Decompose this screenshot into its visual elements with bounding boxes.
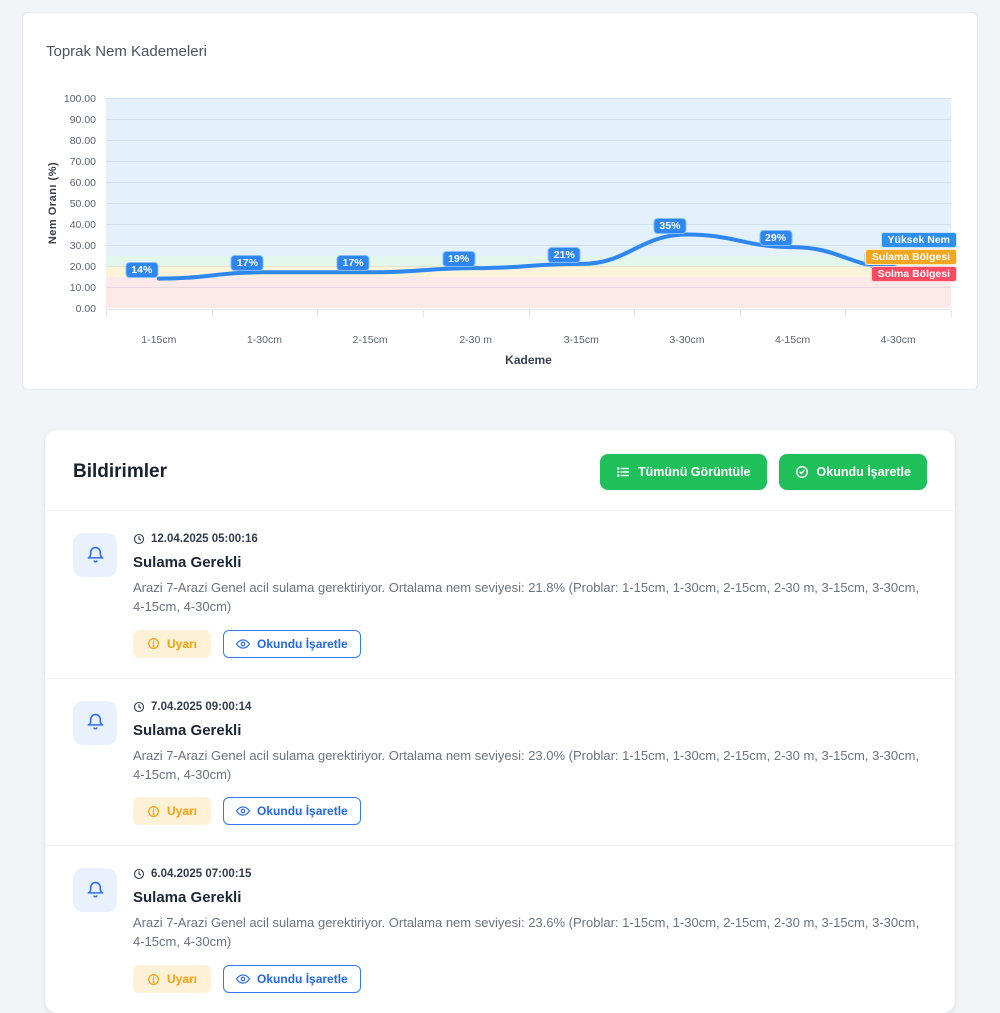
notification-item: 12.04.2025 05:00:16 Sulama Gerekli Arazi… — [45, 511, 955, 679]
notification-message: Arazi 7-Arazi Genel acil sulama gerektir… — [133, 747, 927, 785]
mark-all-read-button[interactable]: Okundu İşaretle — [779, 454, 927, 490]
eye-icon — [236, 637, 250, 651]
soil-moisture-chart-card: Toprak Nem Kademeleri Nem Oranı (%) Kade… — [22, 12, 978, 390]
bell-icon — [73, 533, 117, 577]
notifications-title: Bildirimler — [73, 461, 167, 483]
warning-badge-label: Uyarı — [167, 804, 197, 818]
mark-read-label: Okundu İşaretle — [257, 972, 348, 986]
warning-badge: Uyarı — [133, 797, 211, 825]
mark-read-button[interactable]: Okundu İşaretle — [223, 797, 361, 825]
bell-icon — [73, 701, 117, 745]
notifications-header: Bildirimler Tümünü Görüntüle Okundu İşa — [45, 430, 955, 510]
y-axis-tick-label: 30.00 — [26, 240, 96, 252]
data-point-label: 17% — [231, 255, 264, 271]
y-axis-tick-label: 70.00 — [26, 156, 96, 168]
notifications-card: Bildirimler Tümünü Görüntüle Okundu İşa — [45, 430, 955, 1013]
alert-circle-icon — [147, 805, 160, 818]
notification-item: 6.04.2025 07:00:15 Sulama Gerekli Arazi … — [45, 846, 955, 1013]
x-axis-tickmark — [845, 310, 846, 317]
mark-read-button[interactable]: Okundu İşaretle — [223, 630, 361, 658]
list-icon — [616, 465, 630, 479]
clock-icon — [133, 701, 145, 713]
y-axis-tick-label: 50.00 — [26, 198, 96, 210]
warning-badge: Uyarı — [133, 630, 211, 658]
x-axis-tickmark — [634, 310, 635, 317]
x-axis-tick-label: 1-15cm — [141, 334, 176, 346]
x-axis-tickmark — [106, 310, 107, 317]
view-all-button[interactable]: Tümünü Görüntüle — [600, 454, 766, 490]
mark-all-read-label: Okundu İşaretle — [817, 465, 911, 479]
moisture-line-chart: Nem Oranı (%) Kademe 0.0010.0020.0030.00… — [106, 98, 951, 308]
alert-circle-icon — [147, 637, 160, 650]
notification-title: Sulama Gerekli — [133, 722, 927, 739]
check-circle-icon — [795, 465, 809, 479]
eye-icon — [236, 972, 250, 986]
x-axis-tickmark — [740, 310, 741, 317]
zone-legend: Yüksek NemSulama BölgesiSolma Bölgesi — [865, 232, 957, 282]
x-axis-tickmark — [423, 310, 424, 317]
y-axis-tick-label: 90.00 — [26, 114, 96, 126]
view-all-label: Tümünü Görüntüle — [638, 465, 750, 479]
warning-badge-label: Uyarı — [167, 637, 197, 651]
moisture-line-series — [106, 98, 951, 308]
zone-legend-chip: Yüksek Nem — [881, 232, 957, 248]
notification-title: Sulama Gerekli — [133, 554, 927, 571]
x-axis-tick-label: 3-15cm — [564, 334, 599, 346]
notifications-list: 12.04.2025 05:00:16 Sulama Gerekli Arazi… — [45, 511, 955, 1013]
data-point-label: 21% — [548, 247, 581, 263]
y-axis-tick-label: 10.00 — [26, 282, 96, 294]
warning-badge: Uyarı — [133, 965, 211, 993]
x-axis-tickmark — [212, 310, 213, 317]
x-axis-tick-label: 1-30cm — [247, 334, 282, 346]
bell-icon — [73, 868, 117, 912]
zone-legend-chip: Solma Bölgesi — [871, 266, 957, 282]
alert-circle-icon — [147, 973, 160, 986]
y-axis-tick-label: 40.00 — [26, 219, 96, 231]
mark-read-label: Okundu İşaretle — [257, 637, 348, 651]
x-axis-title: Kademe — [505, 353, 552, 367]
x-axis-tick-label: 2-30 m — [459, 334, 492, 346]
y-axis-tick-label: 20.00 — [26, 261, 96, 273]
y-axis-tick-label: 100.00 — [26, 93, 96, 105]
x-axis-tickmark — [317, 310, 318, 317]
x-axis-tickmark — [529, 310, 530, 317]
mark-read-label: Okundu İşaretle — [257, 804, 348, 818]
mark-read-button[interactable]: Okundu İşaretle — [223, 965, 361, 993]
data-point-label: 19% — [442, 251, 475, 267]
chart-title: Toprak Nem Kademeleri — [46, 43, 207, 60]
eye-icon — [236, 804, 250, 818]
notification-timestamp: 7.04.2025 09:00:14 — [151, 701, 251, 713]
x-axis-tick-label: 4-15cm — [775, 334, 810, 346]
x-axis-tick-label: 3-30cm — [669, 334, 704, 346]
data-point-label: 29% — [759, 230, 792, 246]
notification-message: Arazi 7-Arazi Genel acil sulama gerektir… — [133, 579, 927, 617]
data-point-label: 35% — [653, 218, 686, 234]
clock-icon — [133, 868, 145, 880]
notification-title: Sulama Gerekli — [133, 889, 927, 906]
data-point-label: 17% — [337, 255, 370, 271]
y-axis-tick-label: 0.00 — [26, 303, 96, 315]
notification-timestamp: 6.04.2025 07:00:15 — [151, 868, 251, 880]
x-axis-tick-label: 4-30cm — [881, 334, 916, 346]
y-axis-tick-label: 80.00 — [26, 135, 96, 147]
x-axis-tickmark — [951, 310, 952, 317]
y-axis-tick-label: 60.00 — [26, 177, 96, 189]
x-axis-tick-label: 2-15cm — [353, 334, 388, 346]
notification-timestamp: 12.04.2025 05:00:16 — [151, 533, 258, 545]
clock-icon — [133, 533, 145, 545]
notification-message: Arazi 7-Arazi Genel acil sulama gerektir… — [133, 914, 927, 952]
data-point-label: 14% — [125, 262, 158, 278]
warning-badge-label: Uyarı — [167, 972, 197, 986]
notification-item: 7.04.2025 09:00:14 Sulama Gerekli Arazi … — [45, 679, 955, 847]
zone-legend-chip: Sulama Bölgesi — [865, 249, 957, 265]
